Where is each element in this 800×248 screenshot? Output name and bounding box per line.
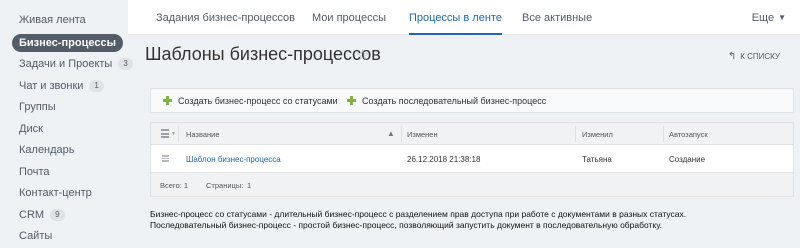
autostart-value: Создание (669, 154, 706, 164)
tab-label: Процессы в ленте (409, 11, 502, 24)
sidebar-item-sites[interactable]: Сайты (12, 227, 59, 245)
tab-label: Мои процессы (312, 11, 386, 24)
sidebar-item-calendar[interactable]: Календарь (12, 141, 82, 159)
column-divider (663, 126, 664, 142)
button-label: Создать последовательный бизнес-процесс (362, 95, 547, 106)
sidebar-item-label: Диск (19, 123, 43, 135)
column-divider (178, 126, 179, 142)
sidebar-item-contact-center[interactable]: Контакт-центр (12, 184, 99, 202)
sort-up-icon[interactable]: ▲ (387, 129, 395, 138)
sidebar-item-crm[interactable]: CRM 9 (12, 206, 72, 224)
sidebar-item-mail[interactable]: Почта (12, 163, 57, 181)
button-label: Создать бизнес-процесс со статусами (178, 95, 338, 106)
sidebar-item-business-processes[interactable]: Бизнес-процессы (12, 34, 123, 52)
column-header-modified-by[interactable]: Изменил (582, 123, 613, 145)
column-header-modified[interactable]: Изменен (407, 123, 438, 145)
sidebar-item-label: Группы (19, 101, 56, 113)
tab-label: Задания бизнес-процессов (156, 11, 295, 24)
sidebar-item-label: Бизнес-процессы (19, 37, 116, 49)
grid-footer: Всего: 1 Страницы: 1 (151, 172, 793, 196)
top-navigation: Задания бизнес-процессов Мои процессы Пр… (128, 0, 800, 35)
sidebar-item-disk[interactable]: Диск (12, 120, 50, 138)
more-menu-button[interactable]: Еще ▼ (752, 0, 786, 35)
counter-badge: 1 (89, 80, 104, 92)
counter-badge: 9 (50, 209, 65, 221)
modified-date: 26.12.2018 21:38:18 (407, 154, 481, 164)
counter-badge: 3 (118, 58, 133, 70)
create-sequential-process-button[interactable]: Создать последовательный бизнес-процесс (347, 89, 546, 112)
sidebar-item-feed[interactable]: Живая лента (12, 11, 93, 29)
modified-by: Татьяна (582, 154, 612, 164)
column-label: Автозапуск (669, 129, 708, 139)
column-label: Изменил (582, 129, 613, 139)
sidebar-item-label: Контакт-центр (19, 187, 92, 199)
column-divider (401, 126, 402, 142)
column-label: Изменен (407, 129, 438, 139)
tab-process-tasks[interactable]: Задания бизнес-процессов (156, 0, 295, 35)
template-name-link[interactable]: Шаблон бизнес-процесса (186, 146, 281, 172)
description-text: Бизнес-процесс со статусами - длительный… (150, 209, 686, 231)
page-number[interactable]: 1 (247, 173, 251, 197)
sidebar-item-label: CRM (19, 209, 45, 221)
column-header-name[interactable]: Название (186, 123, 220, 145)
sidebar-item-chat[interactable]: Чат и звонки 1 (12, 77, 111, 95)
column-header-autostart[interactable]: Автозапуск (669, 123, 708, 145)
sidebar-item-tasks[interactable]: Задачи и Проекты 3 (12, 55, 140, 73)
plus-icon (163, 96, 172, 105)
sidebar-item-groups[interactable]: Группы (12, 98, 63, 116)
tab-label: Все активные (522, 11, 593, 24)
column-divider (575, 126, 576, 142)
description-line: Бизнес-процесс со статусами - длительный… (150, 209, 687, 219)
table-row[interactable]: Шаблон бизнес-процесса 26.12.2018 21:38:… (151, 146, 793, 172)
star-icon[interactable]: ☆ (356, 46, 369, 64)
tab-my-processes[interactable]: Мои процессы (312, 0, 386, 35)
sidebar-item-label: Задачи и Проекты (19, 58, 113, 70)
sidebar-item-label: Живая лента (19, 14, 86, 26)
description-line: Последовательный бизнес-процесс - просто… (150, 220, 663, 230)
tab-all-active[interactable]: Все активные (522, 0, 592, 35)
more-label: Еще (751, 11, 775, 24)
plus-icon (347, 96, 356, 105)
back-link-label: К СПИСКУ (740, 52, 780, 61)
toolbar: Создать бизнес-процесс со статусами Созд… (150, 88, 794, 113)
page-title: Шаблоны бизнес-процессов (145, 44, 381, 64)
row-menu-icon[interactable] (162, 155, 169, 162)
back-to-list-link[interactable]: ↰ К СПИСКУ (728, 51, 780, 62)
return-arrow-icon: ↰ (727, 51, 737, 62)
sidebar-item-label: Почта (19, 166, 50, 178)
column-label: Название (186, 129, 220, 139)
sidebar-item-label: Сайты (19, 230, 53, 242)
sidebar-item-label: Календарь (19, 144, 75, 156)
grid-settings-icon[interactable]: ▼ (161, 129, 176, 138)
tab-processes-in-feed[interactable]: Процессы в ленте (409, 0, 502, 35)
create-status-process-button[interactable]: Создать бизнес-процесс со статусами (163, 89, 338, 112)
templates-grid: ▼ Название ▲ Изменен Изменил Автозапуск … (150, 122, 794, 197)
sidebar-item-label: Чат и звонки (19, 80, 84, 92)
chevron-down-icon: ▼ (778, 13, 786, 22)
pages-label: Страницы: (206, 180, 244, 190)
left-sidebar: Живая лента Бизнес-процессы Задачи и Про… (0, 0, 133, 248)
grid-header: ▼ Название ▲ Изменен Изменил Автозапуск (151, 123, 793, 145)
total-count: Всего: 1 (160, 180, 189, 190)
